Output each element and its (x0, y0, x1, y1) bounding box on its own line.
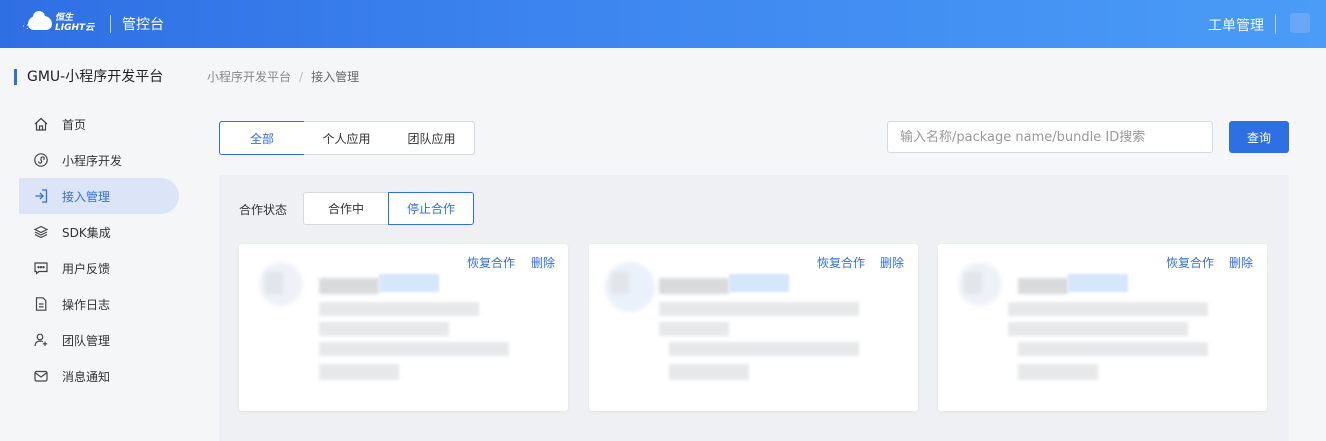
tab-team-apps[interactable]: 团队应用 (389, 121, 475, 155)
app-name-blurred (1018, 278, 1068, 294)
app-card: 恢复合作 删除 (589, 244, 918, 411)
app-card: 恢复合作 删除 (938, 244, 1267, 411)
topbar-divider (110, 15, 111, 33)
info-line-blurred (319, 364, 399, 380)
sidebar-item-label: 小程序开发 (62, 153, 123, 168)
info-line-blurred (669, 364, 749, 380)
logo-text: 恒生 LIGHT云 (55, 13, 95, 33)
info-line-blurred (319, 342, 509, 356)
sidebar-item-label: 团队管理 (62, 333, 111, 348)
top-bar: ·: 恒生 LIGHT云 管控台 工单管理 (0, 0, 1326, 48)
app-icon-blurred (605, 262, 655, 312)
app-card: 恢复合作 删除 (239, 244, 568, 411)
query-button[interactable]: 查询 (1229, 121, 1289, 153)
tab-all[interactable]: 全部 (219, 121, 305, 155)
info-line-blurred (659, 302, 859, 316)
search-input[interactable] (887, 121, 1213, 153)
sidebar-item-label: 消息通知 (62, 369, 111, 384)
console-title: 管控台 (122, 17, 164, 33)
delete-button[interactable]: 删除 (880, 254, 904, 271)
sidebar-item-team[interactable]: 团队管理 (19, 322, 179, 358)
sidebar-item-access-management[interactable]: 接入管理 (19, 178, 179, 214)
app-icon-blurred (958, 262, 1002, 306)
restore-cooperation-button[interactable]: 恢复合作 (817, 254, 865, 271)
sidebar-title: GMU-小程序开发平台 (14, 69, 163, 85)
miniprogram-icon (33, 152, 49, 168)
sidebar-item-label: 用户反馈 (62, 261, 111, 276)
status-cooperating-button[interactable]: 合作中 (303, 192, 389, 225)
restore-cooperation-button[interactable]: 恢复合作 (467, 254, 515, 271)
cloud-icon (28, 11, 52, 30)
info-line-blurred (1018, 342, 1208, 356)
sidebar-item-label: 操作日志 (62, 297, 111, 312)
cooperation-status-label: 合作状态 (239, 203, 288, 217)
team-icon (33, 332, 49, 348)
access-icon (33, 188, 49, 204)
info-line-blurred (1008, 302, 1208, 316)
sidebar-item-notifications[interactable]: 消息通知 (19, 358, 179, 394)
app-tag-blurred (729, 274, 789, 292)
topbar-divider-right (1275, 14, 1276, 34)
app-tag-blurred (1068, 274, 1128, 292)
layers-icon (33, 224, 49, 240)
home-icon (33, 116, 49, 132)
sidebar-item-label: 接入管理 (62, 189, 111, 204)
info-line-blurred (669, 342, 859, 356)
sidebar-item-sdk[interactable]: SDK集成 (19, 214, 179, 250)
app-name-blurred (659, 278, 729, 294)
breadcrumb-parent[interactable]: 小程序开发平台 (207, 70, 291, 84)
info-line-blurred (659, 322, 729, 336)
breadcrumb-current: 接入管理 (311, 70, 360, 84)
info-line-blurred (319, 302, 479, 316)
app-name-blurred (319, 278, 379, 294)
document-icon (33, 296, 49, 312)
delete-button[interactable]: 删除 (1229, 254, 1253, 271)
hundsun-light-cloud-logo[interactable]: ·: 恒生 LIGHT云 (22, 11, 96, 36)
sidebar-item-feedback[interactable]: 用户反馈 (19, 250, 179, 286)
sidebar-item-label: SDK集成 (62, 225, 111, 240)
info-line-blurred (319, 322, 449, 336)
restore-cooperation-button[interactable]: 恢复合作 (1166, 254, 1214, 271)
avatar[interactable] (1290, 13, 1310, 33)
chat-icon (33, 260, 49, 276)
breadcrumb-separator: / (299, 70, 304, 84)
sidebar-item-home[interactable]: 首页 (19, 106, 179, 142)
app-icon-blurred (259, 262, 303, 306)
sidebar-item-miniprogram[interactable]: 小程序开发 (19, 142, 179, 178)
info-line-blurred (1018, 364, 1098, 380)
sidebar-item-operation-log[interactable]: 操作日志 (19, 286, 179, 322)
app-tag-blurred (379, 274, 439, 292)
sidebar-item-label: 首页 (62, 117, 87, 132)
breadcrumb: 小程序开发平台 / 接入管理 (207, 68, 359, 85)
ticket-management-link[interactable]: 工单管理 (1208, 15, 1264, 35)
status-stopped-button[interactable]: 停止合作 (388, 192, 474, 225)
info-line-blurred (1008, 322, 1188, 336)
mail-icon (33, 368, 49, 384)
delete-button[interactable]: 删除 (531, 254, 555, 271)
sidebar: GMU-小程序开发平台 首页 小程序开发 接入管理 SDK集成 用户反馈 操作日… (0, 48, 198, 441)
tab-personal-apps[interactable]: 个人应用 (304, 121, 390, 155)
